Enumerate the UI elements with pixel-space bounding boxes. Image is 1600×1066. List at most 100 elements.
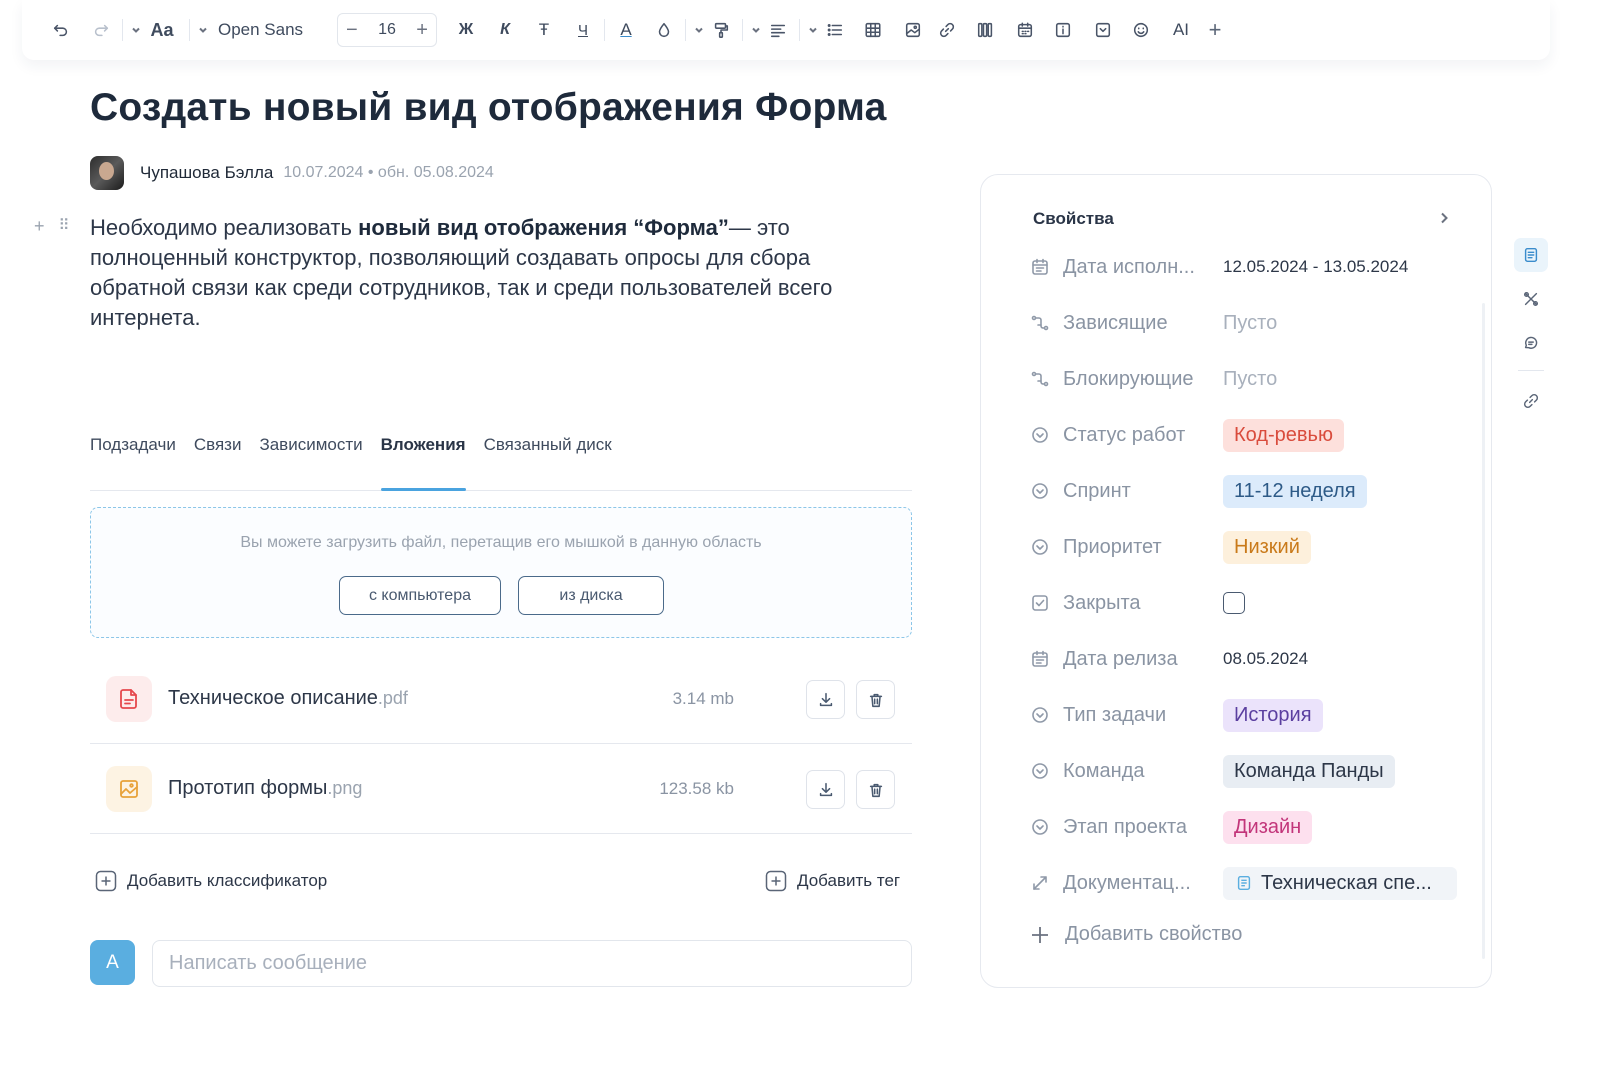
tab-linked-disk[interactable]: Связанный диск	[484, 432, 612, 491]
property-row[interactable]: Дата исполн... 12.05.2024 - 13.05.2024	[1029, 247, 1469, 287]
ai-button[interactable]: AI	[1166, 15, 1196, 45]
underline-button[interactable]: Ч	[568, 15, 598, 45]
bullet-list-icon[interactable]	[820, 15, 850, 45]
property-chip[interactable]: 11-12 неделя	[1223, 474, 1367, 508]
description-text: Необходимо реализовать	[90, 215, 359, 240]
tools-button[interactable]	[1514, 282, 1548, 316]
info-block-icon[interactable]	[1048, 15, 1078, 45]
chevron-down-icon[interactable]	[196, 25, 210, 35]
font-size-stepper[interactable]: − 16 +	[337, 13, 437, 47]
property-row[interactable]: Блокирующие Пусто	[1029, 359, 1469, 399]
property-chip[interactable]: Команда Панды	[1223, 754, 1395, 788]
calendar-block-icon[interactable]	[1010, 15, 1040, 45]
download-button[interactable]	[806, 680, 845, 719]
link-icon[interactable]	[932, 15, 962, 45]
tab-subtasks[interactable]: Подзадачи	[90, 432, 176, 491]
attachment-name[interactable]: Техническое описание.pdf	[168, 687, 408, 710]
property-row[interactable]: Закрыта	[1029, 583, 1469, 623]
delete-button[interactable]	[856, 680, 895, 719]
page-title[interactable]: Создать новый вид отображения Форма	[90, 86, 886, 130]
avatar[interactable]	[90, 156, 124, 190]
text-color-button[interactable]: A	[611, 15, 641, 45]
property-row[interactable]: Статус работ Код-ревью	[1029, 415, 1469, 455]
font-family-select[interactable]: Open Sans	[210, 20, 315, 40]
select-icon	[1029, 704, 1051, 726]
task-description[interactable]: Необходимо реализовать новый вид отображ…	[90, 213, 910, 333]
font-size-increase-button[interactable]: +	[416, 19, 428, 42]
format-painter-icon[interactable]	[706, 15, 736, 45]
bold-button[interactable]: Ж	[451, 15, 481, 45]
highlight-drop-icon[interactable]	[649, 15, 679, 45]
chevron-right-icon[interactable]	[1437, 211, 1451, 230]
property-chip[interactable]: Код-ревью	[1223, 418, 1344, 452]
property-row[interactable]: Этап проекта Дизайн	[1029, 807, 1469, 847]
text-style-button[interactable]: Aa	[147, 15, 177, 45]
chevron-down-icon[interactable]	[806, 25, 820, 35]
scrollbar[interactable]	[1482, 303, 1485, 959]
select-icon	[1029, 480, 1051, 502]
closed-checkbox[interactable]	[1223, 592, 1245, 614]
property-value[interactable]: 12.05.2024 - 13.05.2024	[1223, 257, 1408, 277]
chevron-down-icon[interactable]	[129, 25, 143, 35]
table-icon[interactable]	[858, 15, 888, 45]
document-icon	[1237, 875, 1251, 891]
image-icon[interactable]	[898, 15, 928, 45]
file-drop-zone[interactable]: Вы можете загрузить файл, перетащив его …	[90, 507, 912, 638]
add-block-button[interactable]: +	[1200, 15, 1230, 45]
property-chip[interactable]: Низкий	[1223, 530, 1311, 564]
tab-attachments[interactable]: Вложения	[380, 432, 466, 491]
add-classifier-button[interactable]: Добавить классификатор	[95, 870, 327, 892]
columns-icon[interactable]	[970, 15, 1000, 45]
align-left-icon[interactable]	[763, 15, 793, 45]
upload-from-computer-button[interactable]: с компьютера	[339, 576, 501, 615]
font-size-decrease-button[interactable]: −	[346, 19, 358, 42]
download-button[interactable]	[806, 770, 845, 809]
drag-handle-icon[interactable]: ⠿	[59, 216, 70, 237]
redo-icon[interactable]	[86, 15, 116, 45]
strikethrough-button[interactable]: Ŧ	[529, 15, 559, 45]
add-classifier-label: Добавить классификатор	[127, 871, 328, 890]
property-chip[interactable]: История	[1223, 698, 1323, 732]
property-row[interactable]: Приоритет Низкий	[1029, 527, 1469, 567]
property-row[interactable]: Команда Команда Панды	[1029, 751, 1469, 791]
comments-button[interactable]	[1514, 326, 1548, 360]
attachment-name[interactable]: Прототип формы.png	[168, 777, 362, 800]
add-tag-button[interactable]: Добавить тег	[765, 870, 900, 892]
font-size-value[interactable]: 16	[378, 21, 396, 39]
calendar-icon	[1029, 648, 1051, 670]
chevron-down-icon[interactable]	[749, 25, 763, 35]
property-chip[interactable]: Дизайн	[1223, 810, 1313, 844]
emoji-icon[interactable]	[1126, 15, 1156, 45]
chevron-down-icon[interactable]	[692, 25, 706, 35]
add-block-icon[interactable]: +	[34, 216, 45, 237]
property-row[interactable]: Документац... Техническая спе...	[1029, 863, 1469, 903]
property-value[interactable]: 08.05.2024	[1223, 649, 1308, 669]
toggle-block-icon[interactable]	[1088, 15, 1118, 45]
property-label: Статус работ	[1063, 423, 1186, 446]
property-row[interactable]: Тип задачи История	[1029, 695, 1469, 735]
italic-button[interactable]: К	[490, 15, 520, 45]
property-value-empty[interactable]: Пусто	[1223, 312, 1277, 335]
property-row[interactable]: Дата релиза 08.05.2024	[1029, 639, 1469, 679]
attachment-row[interactable]: Техническое описание.pdf 3.14 mb	[90, 654, 912, 744]
copy-link-button[interactable]	[1514, 384, 1548, 418]
tab-dependencies[interactable]: Зависимости	[259, 432, 362, 491]
property-value-empty[interactable]: Пусто	[1223, 368, 1277, 391]
property-row[interactable]: Спринт 11-12 неделя	[1029, 471, 1469, 511]
properties-panel-button[interactable]	[1514, 238, 1548, 272]
property-label: Дата исполн...	[1063, 255, 1195, 278]
property-label: Блокирующие	[1063, 367, 1194, 390]
add-property-button[interactable]: Добавить свойство	[1029, 923, 1242, 946]
delete-button[interactable]	[856, 770, 895, 809]
toolbar-divider	[604, 19, 605, 41]
calendar-icon	[1029, 256, 1051, 278]
upload-from-disk-button[interactable]: из диска	[518, 576, 664, 615]
undo-icon[interactable]	[46, 15, 76, 45]
message-input[interactable]	[152, 940, 912, 987]
property-row[interactable]: Зависящие Пусто	[1029, 303, 1469, 343]
toolbar-divider	[122, 19, 123, 41]
linked-document-chip[interactable]: Техническая спе...	[1223, 866, 1457, 900]
author-name[interactable]: Чупашова Бэлла	[140, 163, 273, 183]
attachment-row[interactable]: Прототип формы.png 123.58 kb	[90, 744, 912, 834]
tab-links[interactable]: Связи	[194, 432, 242, 491]
